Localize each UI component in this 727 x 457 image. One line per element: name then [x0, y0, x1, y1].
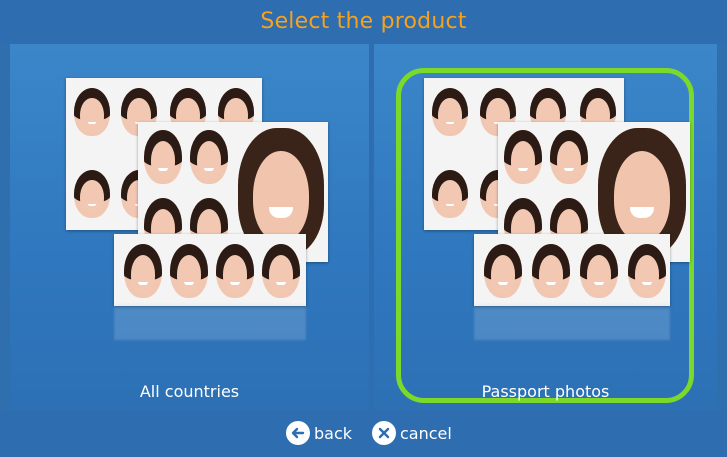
portrait-thumb [144, 130, 182, 184]
sheet-reflection [474, 306, 670, 340]
portrait-thumb [628, 244, 666, 298]
portrait-thumb [190, 130, 228, 184]
back-button[interactable]: back [286, 419, 352, 447]
product-label-all-countries: All countries [139, 382, 240, 401]
portrait-thumb [504, 130, 542, 184]
sheet-reflection [114, 306, 306, 340]
footer-bar [0, 410, 727, 457]
portrait-thumb [74, 88, 110, 136]
portrait-thumb [432, 88, 468, 136]
product-tile-all-countries[interactable]: All countries [10, 44, 369, 410]
product-label-passport-photos: Passport photos [481, 382, 610, 401]
back-label: back [314, 423, 353, 443]
page-title: Select the product [260, 9, 467, 34]
portrait-thumb [74, 170, 110, 218]
arrow-left-circle-icon [286, 421, 310, 445]
photo-sheet-front [114, 234, 306, 306]
portrait-thumb [580, 244, 618, 298]
cancel-button[interactable]: cancel [372, 419, 452, 447]
portrait-thumb [550, 130, 588, 184]
portrait-thumb [432, 170, 468, 218]
x-circle-icon [372, 421, 396, 445]
portrait-thumb [170, 244, 208, 298]
portrait-thumb [124, 244, 162, 298]
portrait-thumb [484, 244, 522, 298]
product-tile-passport-photos[interactable]: Passport photos [374, 44, 717, 410]
cancel-label: cancel [400, 423, 452, 443]
portrait-thumb [532, 244, 570, 298]
photo-sheet-front [474, 234, 670, 306]
portrait-thumb [262, 244, 300, 298]
portrait-thumb [216, 244, 254, 298]
